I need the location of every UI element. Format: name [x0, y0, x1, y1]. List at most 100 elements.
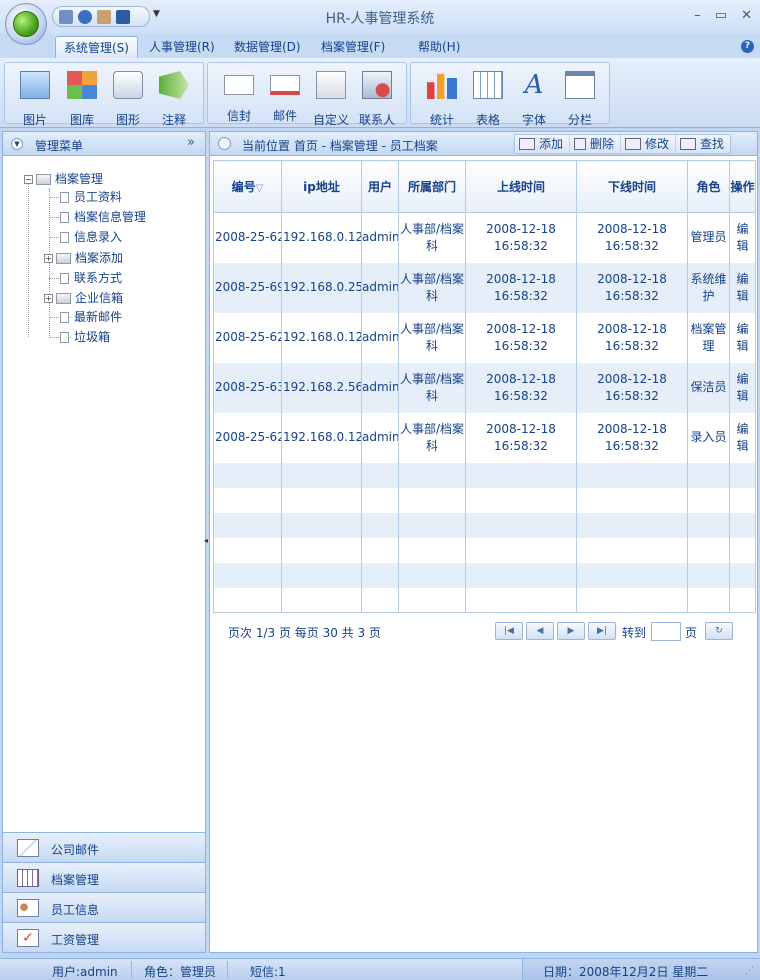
column-header-id[interactable]: 编号▽ — [213, 160, 282, 213]
title-bar: ▼ HR-人事管理系统 – ▭ ✕ — [0, 0, 760, 34]
ribbon-picture-button[interactable]: 图片 — [12, 71, 58, 128]
archive-grid-icon — [17, 869, 39, 887]
tree-item-employee-profile[interactable]: 员工资料 — [60, 188, 122, 206]
checklist-icon: ✓ — [17, 929, 39, 947]
tab-data[interactable]: 数据管理(D) — [226, 36, 309, 58]
collapse-panel-icon[interactable]: » — [187, 135, 195, 150]
column-header-dept[interactable]: 所属部门 — [398, 160, 466, 213]
next-page-button[interactable]: ▶ — [557, 622, 585, 640]
prev-page-button[interactable]: ◀ — [526, 622, 554, 640]
ribbon-table-button[interactable]: 表格 — [465, 71, 511, 128]
ribbon-contacts-button[interactable]: 联系人 — [354, 71, 400, 128]
cell-user: admin — [361, 212, 399, 263]
tree-item-archive-add[interactable]: + 档案添加 — [44, 249, 123, 267]
column-header-ip[interactable]: ip地址 — [281, 160, 362, 213]
first-page-button[interactable]: |◀ — [495, 622, 523, 640]
tree-item-archive-info[interactable]: 档案信息管理 — [60, 208, 146, 226]
table-row[interactable]: 2008-25-69 192.168.0.256 admin 人事部/档案科 2… — [213, 262, 756, 313]
employee-card-icon — [17, 899, 39, 917]
ribbon: 图片 图库 图形 注释 信封 邮件 自定义 联系人 统计 表格 A 字体 分栏 — [0, 58, 760, 128]
edit-icon — [625, 138, 642, 150]
ribbon-gallery-button[interactable]: 图库 — [59, 71, 105, 128]
sort-desc-icon[interactable]: ▽ — [256, 183, 264, 194]
cell-dept: 人事部/档案科 — [398, 262, 466, 313]
table-header-row: 编号▽ ip地址 用户 所属部门 上线时间 下线时间 角色 操作 — [213, 160, 756, 213]
ribbon-font-button[interactable]: A 字体 — [511, 71, 557, 128]
ribbon-mail-button[interactable]: 邮件 — [262, 71, 308, 124]
shapes-icon — [113, 71, 143, 99]
minimize-button[interactable]: – — [694, 8, 701, 23]
collapse-node-icon[interactable]: − — [24, 175, 33, 184]
chevron-down-icon[interactable]: ▼ — [11, 138, 23, 150]
column-header-offline[interactable]: 下线时间 — [576, 160, 688, 213]
tab-help[interactable]: 帮助(H) — [410, 36, 468, 58]
table-row[interactable]: 2008-25-62 192.168.0.124 admin 人事部/档案科 2… — [213, 312, 756, 363]
add-button[interactable]: 添加 — [515, 135, 571, 153]
goto-page-input[interactable] — [651, 622, 681, 641]
cell-online: 2008-12-18 16:58:32 — [465, 212, 577, 263]
font-icon: A — [524, 70, 544, 100]
folder-icon — [56, 293, 71, 304]
edit-link[interactable]: 编辑 — [729, 412, 756, 463]
cell-id: 2008-25-63 — [213, 362, 282, 413]
ribbon-shapes-button[interactable]: 图形 — [105, 71, 151, 128]
status-role: 角色：管理员 — [144, 965, 217, 979]
table-row[interactable]: 2008-25-63 192.168.2.561 admin 人事部/档案科 2… — [213, 362, 756, 413]
maximize-button[interactable]: ▭ — [715, 8, 727, 23]
edit-link[interactable]: 编辑 — [729, 212, 756, 263]
edit-link[interactable]: 编辑 — [729, 262, 756, 313]
cell-online: 2008-12-18 16:58:32 — [465, 412, 577, 463]
document-icon — [60, 332, 69, 343]
expand-node-icon[interactable]: + — [44, 294, 53, 303]
status-messages[interactable]: 短信:1 — [250, 963, 286, 980]
status-user: 用户:admin — [52, 965, 118, 979]
tree-item-trash[interactable]: 垃圾箱 — [60, 328, 110, 346]
cell-role: 档案管理 — [687, 312, 730, 363]
tree-item-company-mailbox[interactable]: + 企业信箱 — [44, 289, 123, 307]
column-header-user[interactable]: 用户 — [361, 160, 399, 213]
ribbon-customize-button[interactable]: 自定义 — [308, 71, 354, 128]
nav-salary-management[interactable]: ✓ 工资管理 — [3, 922, 205, 952]
help-icon[interactable]: ? — [741, 40, 754, 53]
expand-node-icon[interactable]: + — [44, 254, 53, 263]
column-header-online[interactable]: 上线时间 — [465, 160, 577, 213]
ribbon-statistics-button[interactable]: 统计 — [419, 71, 465, 128]
app-menu-orb[interactable] — [5, 3, 47, 45]
envelope-icon — [224, 75, 254, 95]
window-title: HR-人事管理系统 — [325, 11, 435, 27]
cell-user: admin — [361, 262, 399, 313]
edit-link[interactable]: 编辑 — [729, 362, 756, 413]
table-row[interactable]: 2008-25-62 192.168.0.124 admin 人事部/档案科 2… — [213, 212, 756, 263]
tree-item-latest-mail[interactable]: 最新邮件 — [60, 308, 122, 326]
ribbon-annotation-button[interactable]: 注释 — [151, 71, 197, 128]
ribbon-envelope-button[interactable]: 信封 — [216, 71, 262, 124]
nav-employee-info[interactable]: 员工信息 — [3, 892, 205, 922]
edit-button[interactable]: 修改 — [621, 135, 677, 153]
cell-online: 2008-12-18 16:58:32 — [465, 362, 577, 413]
goto-refresh-button[interactable]: ↻ — [705, 622, 733, 640]
ribbon-columns-button[interactable]: 分栏 — [557, 71, 603, 128]
nav-company-mail[interactable]: 公司邮件 — [3, 832, 205, 862]
tab-personnel[interactable]: 人事管理(R) — [141, 36, 223, 58]
tab-system[interactable]: 系统管理(S) — [55, 36, 138, 58]
last-page-button[interactable]: ▶| — [588, 622, 616, 640]
mail-icon — [17, 839, 39, 857]
table-row[interactable]: 2008-25-62 192.168.0.125 admin 人事部/档案科 2… — [213, 412, 756, 463]
close-button[interactable]: ✕ — [741, 8, 752, 23]
find-button[interactable]: 查找 — [676, 135, 730, 153]
column-header-action[interactable]: 操作 — [729, 160, 756, 213]
delete-button[interactable]: 删除 — [570, 135, 622, 153]
empty-row — [213, 512, 756, 538]
empty-row — [213, 562, 756, 588]
tab-archive[interactable]: 档案管理(F) — [313, 36, 393, 58]
tree-root-archive[interactable]: − 档案管理 — [24, 170, 103, 188]
nav-archive-management[interactable]: 档案管理 — [3, 862, 205, 892]
tree-item-contact[interactable]: 联系方式 — [60, 269, 122, 287]
column-header-role[interactable]: 角色 — [687, 160, 730, 213]
tree-item-info-entry[interactable]: 信息录入 — [60, 228, 122, 246]
location-icon — [218, 137, 231, 150]
cell-ip: 192.168.2.561 — [281, 362, 362, 413]
edit-link[interactable]: 编辑 — [729, 312, 756, 363]
binoculars-icon — [680, 138, 697, 150]
resize-grip-icon[interactable]: ⋰ — [745, 966, 754, 976]
